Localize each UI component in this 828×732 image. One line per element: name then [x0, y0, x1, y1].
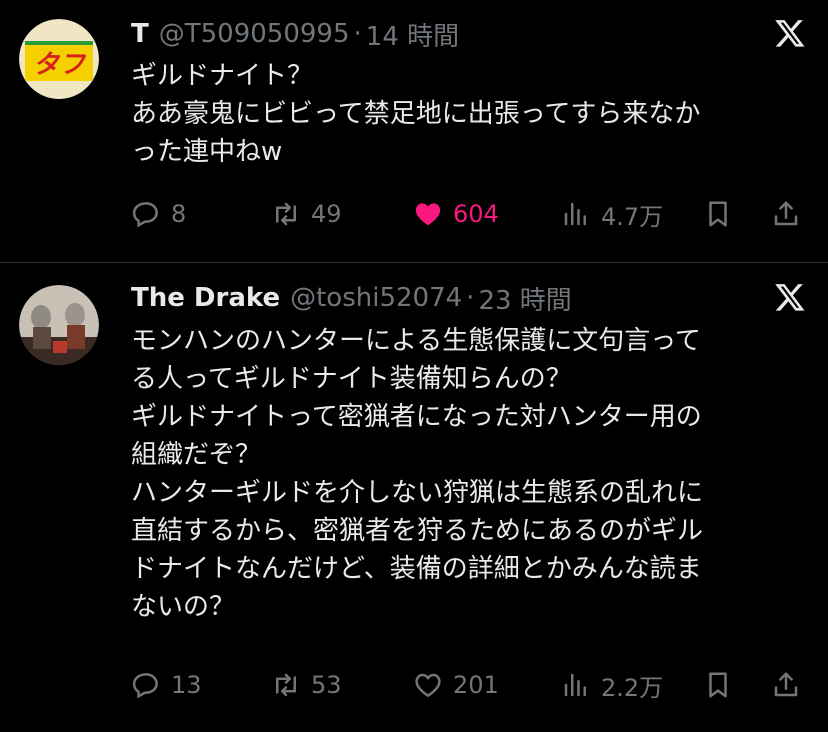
avatar[interactable]: タフ: [19, 19, 99, 99]
tweet-text-line: ドナイトなんだけど、装備の詳細とかみんな読ま: [131, 554, 702, 584]
bookmark-button[interactable]: [703, 668, 733, 702]
tweet-text-line: モンハンのハンターによる生態保護に文句言って: [131, 326, 701, 356]
bookmark-icon: [709, 672, 727, 698]
reply-button[interactable]: 13: [131, 668, 202, 702]
separator-dot: ·: [466, 283, 475, 313]
display-name[interactable]: T: [131, 19, 149, 49]
reply-icon: [132, 673, 158, 699]
heart-icon: [415, 673, 441, 697]
views-chart-icon: [564, 202, 586, 226]
tweet-text-line: ないの？: [131, 592, 236, 622]
reply-count: 8: [171, 200, 187, 228]
like-count: 201: [453, 671, 499, 699]
tweet-text-line: ハンターギルドを介しない狩猟は生態系の乱れに: [131, 478, 704, 508]
repost-count: 53: [311, 671, 342, 699]
views-chart-icon: [564, 673, 586, 697]
avatar-logo-text: タフ: [33, 50, 87, 80]
avatar[interactable]: [19, 285, 99, 365]
tweet-text-line: ああ豪鬼にビビって禁足地に出張ってすら来なか: [131, 99, 701, 129]
tweet-header: T @T509050995 · 14 時間: [131, 16, 459, 53]
tweet-text-line: ギルドナイト？: [131, 61, 314, 91]
tweet-text-line: 組織だぞ？: [131, 440, 262, 470]
repost-button[interactable]: 49: [271, 197, 342, 231]
share-button[interactable]: [771, 197, 801, 231]
tweet-text-line: ギルドナイトって密猟者になった対ハンター用の: [131, 402, 702, 432]
repost-count: 49: [311, 200, 342, 228]
timestamp[interactable]: 23 時間: [478, 280, 571, 317]
tweet-text-line: る人ってギルドナイト装備知らんの？: [131, 364, 572, 394]
tweet-header: The Drake @toshi52074 · 23 時間: [131, 280, 572, 317]
reply-button[interactable]: 8: [131, 197, 186, 231]
tweet-text: モンハンのハンターによる生態保護に文句言って る人ってギルドナイト装備知らんの？…: [131, 322, 801, 626]
views-button[interactable]: 2.2万: [561, 668, 663, 702]
tweet-text-line: 直結するから、密猟者を狩るためにあるのがギル: [131, 516, 704, 546]
user-handle[interactable]: @T509050995: [159, 19, 350, 49]
timestamp[interactable]: 14 時間: [366, 16, 459, 53]
display-name[interactable]: The Drake: [131, 283, 280, 313]
separator-dot: ·: [353, 19, 362, 49]
user-handle[interactable]: @toshi52074: [290, 283, 462, 313]
view-count: 4.7万: [601, 202, 664, 231]
view-count: 2.2万: [601, 673, 664, 702]
action-bar: 8 49 604 4.7万: [131, 197, 811, 231]
x-logo-icon: [774, 281, 806, 313]
repost-icon: [276, 673, 296, 697]
share-icon: [774, 672, 798, 697]
tweet[interactable]: The Drake @toshi52074 · 23 時間 モンハンのハンターに…: [0, 263, 828, 732]
tweet-text-line: った連中ねw: [131, 137, 283, 167]
repost-icon: [276, 202, 296, 226]
action-bar: 13 53 201 2.2万: [131, 668, 811, 702]
reply-icon: [132, 202, 158, 228]
x-logo-icon: [774, 17, 806, 49]
reply-count: 13: [171, 671, 202, 699]
heart-filled-icon: [415, 203, 441, 226]
share-button[interactable]: [771, 668, 801, 702]
views-button[interactable]: 4.7万: [561, 197, 663, 231]
like-button[interactable]: 201: [413, 668, 499, 702]
tweet[interactable]: タフ T @T509050995 · 14 時間 ギルドナイト？ ああ豪鬼にビビ…: [0, 0, 828, 262]
tweet-text: ギルドナイト？ ああ豪鬼にビビって禁足地に出張ってすら来なか った連中ねw: [131, 57, 801, 171]
share-icon: [774, 201, 798, 226]
repost-button[interactable]: 53: [271, 668, 342, 702]
bookmark-icon: [709, 201, 727, 227]
bookmark-button[interactable]: [703, 197, 733, 231]
like-count: 604: [453, 200, 499, 228]
like-button[interactable]: 604: [413, 197, 499, 231]
